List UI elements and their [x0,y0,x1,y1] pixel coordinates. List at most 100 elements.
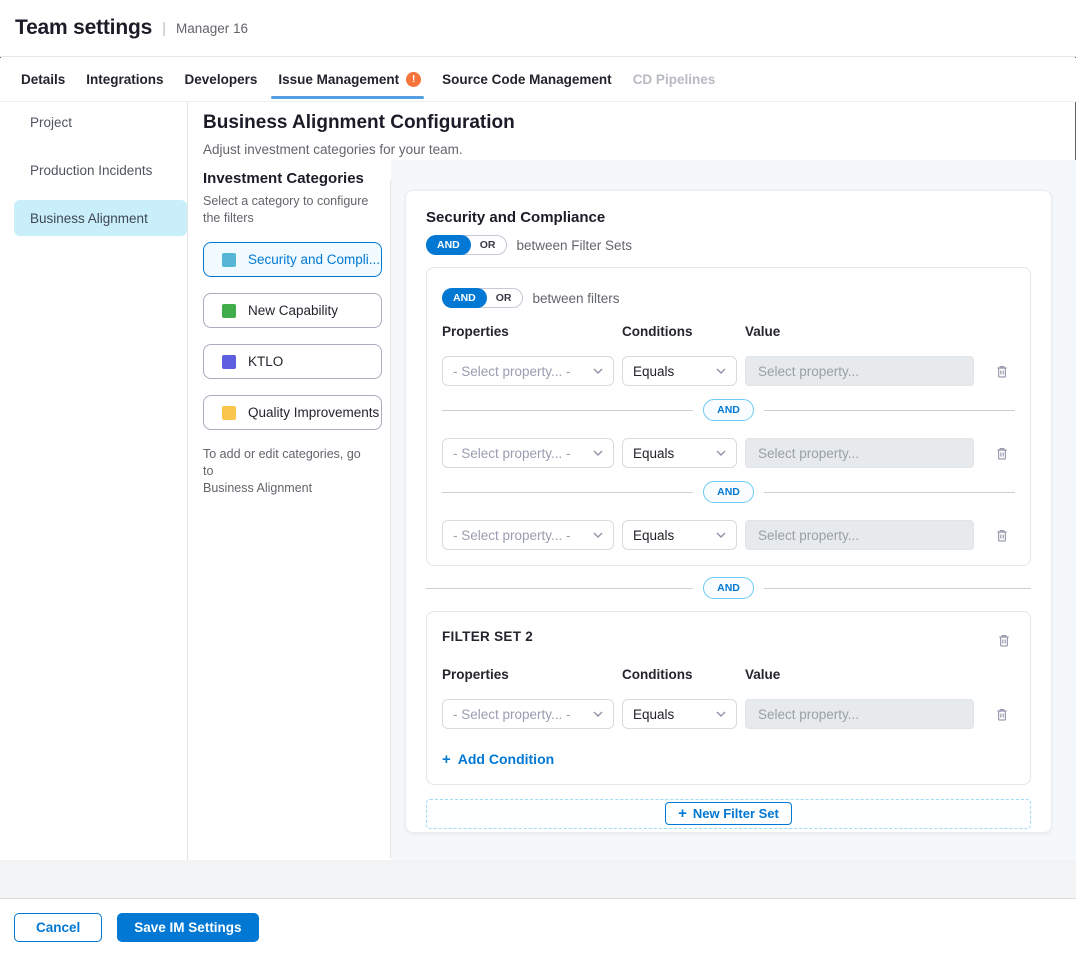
categories-note-line2: Business Alignment [203,481,312,495]
page-title: Team settings [15,16,152,40]
chevron-down-icon [593,532,603,538]
trash-icon [995,707,1009,722]
trash-icon [995,364,1009,379]
tab-label: Developers [185,72,258,87]
active-tab-underline [271,96,424,99]
tab-developers[interactable]: Developers [185,58,258,101]
section-heading: Business Alignment Configuration Adjust … [203,112,515,157]
category-label: New Capability [248,303,338,318]
category-security-and-compliance[interactable]: Security and Compli... [203,242,382,277]
tab-source-code-management[interactable]: Source Code Management [442,58,612,101]
value-input[interactable]: Select property... [745,356,974,386]
sidebar-item-production-incidents[interactable]: Production Incidents [14,152,187,188]
and-option[interactable]: AND [426,235,471,255]
value-input[interactable]: Select property... [745,520,974,550]
condition-select[interactable]: Equals [622,520,737,550]
sidebar-item-project[interactable]: Project [14,104,187,140]
value-placeholder: Select property... [758,364,859,379]
categories-title: Investment Categories [203,170,383,187]
between-filters-label: between filters [533,291,620,306]
sidebar-item-label: Production Incidents [30,163,152,178]
and-separator: AND [442,399,1015,421]
category-label: Security and Compli... [248,252,380,267]
property-placeholder: - Select property... - [453,364,571,379]
conditions-header: Conditions [622,667,745,682]
tab-cd-pipelines: CD Pipelines [633,58,716,101]
delete-filter-button[interactable] [991,360,1013,382]
selected-category-heading: Security and Compliance [426,209,1031,226]
add-condition-label: Add Condition [458,751,554,767]
category-new-capability[interactable]: New Capability [203,293,382,328]
app-header: Team settings | Manager 16 [0,0,1076,57]
filter-row: - Select property... - Equals Select pro… [442,520,1015,550]
filter-row: - Select property... - Equals Select pro… [442,438,1015,468]
and-or-toggle-sets[interactable]: AND OR [426,235,507,255]
chevron-down-icon [716,532,726,538]
new-filter-set-label: New Filter Set [693,806,779,821]
tab-label: Issue Management [278,72,399,87]
property-select[interactable]: - Select property... - [442,438,614,468]
tab-issue-management[interactable]: Issue Management ! [278,58,421,101]
condition-select[interactable]: Equals [622,438,737,468]
separator-line [442,492,693,493]
plus-icon: + [442,752,451,767]
property-select[interactable]: - Select property... - [442,356,614,386]
delete-filter-button[interactable] [991,703,1013,725]
chevron-down-icon [593,450,603,456]
condition-select[interactable]: Equals [622,356,737,386]
between-filter-sets-label: between Filter Sets [517,238,633,253]
category-label: KTLO [248,354,283,369]
tab-label: CD Pipelines [633,72,716,87]
filter-configuration-panel: Security and Compliance AND OR between F… [391,160,1076,860]
trash-icon [995,528,1009,543]
tab-details[interactable]: Details [21,58,65,101]
settings-sidebar: Project Production Incidents Business Al… [0,102,188,860]
new-filter-set-button[interactable]: + New Filter Set [665,802,792,825]
value-input[interactable]: Select property... [745,699,974,729]
value-input[interactable]: Select property... [745,438,974,468]
value-placeholder: Select property... [758,707,859,722]
condition-value: Equals [633,707,674,722]
sidebar-item-business-alignment[interactable]: Business Alignment [14,200,187,236]
property-placeholder: - Select property... - [453,707,571,722]
category-swatch [222,406,236,420]
filter-set-2-title: FILTER SET 2 [442,629,533,644]
property-placeholder: - Select property... - [453,528,571,543]
category-label: Quality Improvements [248,405,379,420]
tab-label: Source Code Management [442,72,612,87]
section-subtitle: Adjust investment categories for your te… [203,142,515,157]
settings-tabbar: Details Integrations Developers Issue Ma… [0,58,1076,102]
filter-set-2-header: FILTER SET 2 [442,629,1015,651]
property-select[interactable]: - Select property... - [442,699,614,729]
categories-note-line1: To add or edit categories, go to [203,447,361,478]
section-title: Business Alignment Configuration [203,112,515,134]
separator-line [764,588,1031,589]
save-im-settings-button[interactable]: Save IM Settings [117,913,258,942]
add-condition-button[interactable]: + Add Condition [442,751,554,767]
or-option[interactable]: OR [470,239,506,251]
condition-select[interactable]: Equals [622,699,737,729]
conditions-header: Conditions [622,324,745,339]
and-chip: AND [703,577,754,599]
property-select[interactable]: - Select property... - [442,520,614,550]
separator-line [426,588,693,589]
categories-hint: Select a category to configure the filte… [203,193,371,226]
category-swatch [222,304,236,318]
delete-filter-button[interactable] [991,442,1013,464]
category-quality-improvements[interactable]: Quality Improvements [203,395,382,430]
new-filter-set-dropzone: + New Filter Set [426,799,1031,829]
delete-filter-button[interactable] [991,524,1013,546]
cancel-button[interactable]: Cancel [14,913,102,942]
value-header: Value [745,667,1015,682]
condition-value: Equals [633,364,674,379]
footer-actions: Cancel Save IM Settings [0,899,1076,956]
and-option[interactable]: AND [442,288,487,308]
category-ktlo[interactable]: KTLO [203,344,382,379]
filter-row: - Select property... - Equals Select pro… [442,699,1015,729]
value-header: Value [745,324,1015,339]
condition-value: Equals [633,446,674,461]
or-option[interactable]: OR [486,292,522,304]
and-or-toggle-filters[interactable]: AND OR [442,288,523,308]
delete-filter-set-button[interactable] [993,629,1015,651]
tab-integrations[interactable]: Integrations [86,58,163,101]
